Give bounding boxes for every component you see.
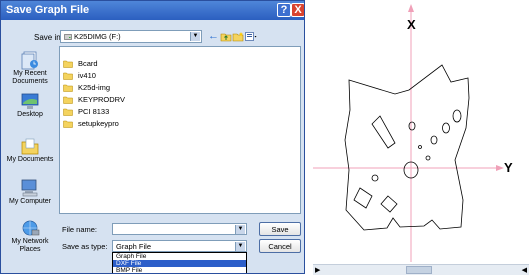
- place-desktop[interactable]: Desktop: [3, 91, 57, 119]
- folder-icon: [63, 84, 73, 92]
- folder-icon: [63, 96, 73, 104]
- scrollbar-thumb[interactable]: [406, 266, 432, 274]
- place-label: My Recent Documents: [12, 70, 48, 85]
- desktop-icon: [21, 93, 39, 109]
- help-button[interactable]: ?: [277, 3, 291, 17]
- place-recent-documents[interactable]: My Recent Documents: [3, 50, 57, 86]
- save-as-type-label: Save as type:: [62, 242, 108, 251]
- save-button[interactable]: Save: [259, 222, 301, 236]
- my-computer-icon: [21, 179, 38, 197]
- place-label: My Documents: [6, 156, 54, 163]
- close-button[interactable]: X: [291, 3, 304, 17]
- save-as-type-options[interactable]: Graph File DXF File BMP File: [112, 252, 247, 273]
- file-name: setupkeypro: [78, 119, 119, 128]
- part-outline: [344, 64, 470, 231]
- save-as-type-dropdown[interactable]: Graph File ▼: [112, 240, 247, 252]
- file-name-input[interactable]: ▼: [112, 223, 247, 235]
- save-in-value: K25DIMG (F:): [74, 32, 121, 41]
- recent-documents-icon: [21, 51, 38, 70]
- folder-icon: [63, 72, 73, 80]
- type-option[interactable]: BMP File: [113, 267, 246, 273]
- type-option[interactable]: Graph File: [113, 253, 246, 260]
- save-in-dropdown[interactable]: K25DIMG (F:) ▼: [60, 30, 202, 43]
- place-my-documents[interactable]: My Documents: [3, 136, 57, 164]
- place-my-computer[interactable]: My Computer: [3, 178, 57, 206]
- folder-icon: [63, 108, 73, 116]
- drive-icon: [64, 34, 72, 40]
- folder-icon: [63, 120, 73, 128]
- file-name: iv410: [78, 71, 96, 80]
- place-label: Desktop: [17, 111, 43, 118]
- chevron-down-icon[interactable]: ▼: [235, 242, 245, 251]
- up-one-level-icon[interactable]: [220, 31, 232, 42]
- scroll-left-icon[interactable]: ▶: [315, 266, 320, 274]
- file-name-label: File name:: [62, 225, 98, 234]
- file-list[interactable]: Bcard iv410 K25d-img KEYPRODRV PCI 8133 …: [59, 46, 301, 214]
- x-axis-arrow: [408, 4, 414, 12]
- chevron-down-icon[interactable]: ▼: [235, 225, 245, 234]
- scroll-right-icon[interactable]: ◀: [522, 266, 527, 274]
- back-arrow-icon[interactable]: ←: [208, 31, 220, 42]
- type-option-selected[interactable]: DXF File: [113, 260, 246, 267]
- x-axis-label: X: [407, 17, 416, 32]
- my-documents-icon: [21, 138, 39, 155]
- network-places-icon: [22, 220, 40, 236]
- y-axis-label: Y: [504, 160, 513, 175]
- y-axis-arrow: [496, 165, 504, 171]
- dialog-title: Save Graph File: [6, 4, 90, 16]
- save-in-label: Save in:: [34, 33, 63, 42]
- views-menu-icon[interactable]: [245, 31, 257, 42]
- file-name: PCI 8133: [78, 107, 110, 116]
- horizontal-scrollbar[interactable]: ▶ ◀: [313, 264, 529, 275]
- place-label: My Network Places: [11, 238, 49, 253]
- save-graph-file-dialog: Save Graph File ? X Save in: K25DIMG (F:…: [0, 0, 305, 274]
- file-name: Bcard: [78, 59, 98, 68]
- places-bar: My Recent Documents Desktop My Documents: [3, 46, 57, 270]
- folder-icon: [63, 60, 73, 68]
- cancel-button[interactable]: Cancel: [259, 239, 301, 253]
- chevron-down-icon[interactable]: ▼: [190, 32, 200, 41]
- place-label: My Computer: [8, 198, 51, 205]
- save-as-type-value: Graph File: [116, 242, 152, 251]
- file-name: K25d-img: [78, 83, 111, 92]
- dialog-titlebar[interactable]: Save Graph File ? X: [1, 1, 304, 20]
- file-name: KEYPRODRV: [78, 95, 125, 104]
- new-folder-icon[interactable]: [232, 31, 244, 42]
- place-network-places[interactable]: My Network Places: [3, 218, 57, 254]
- graph-canvas[interactable]: [309, 0, 529, 274]
